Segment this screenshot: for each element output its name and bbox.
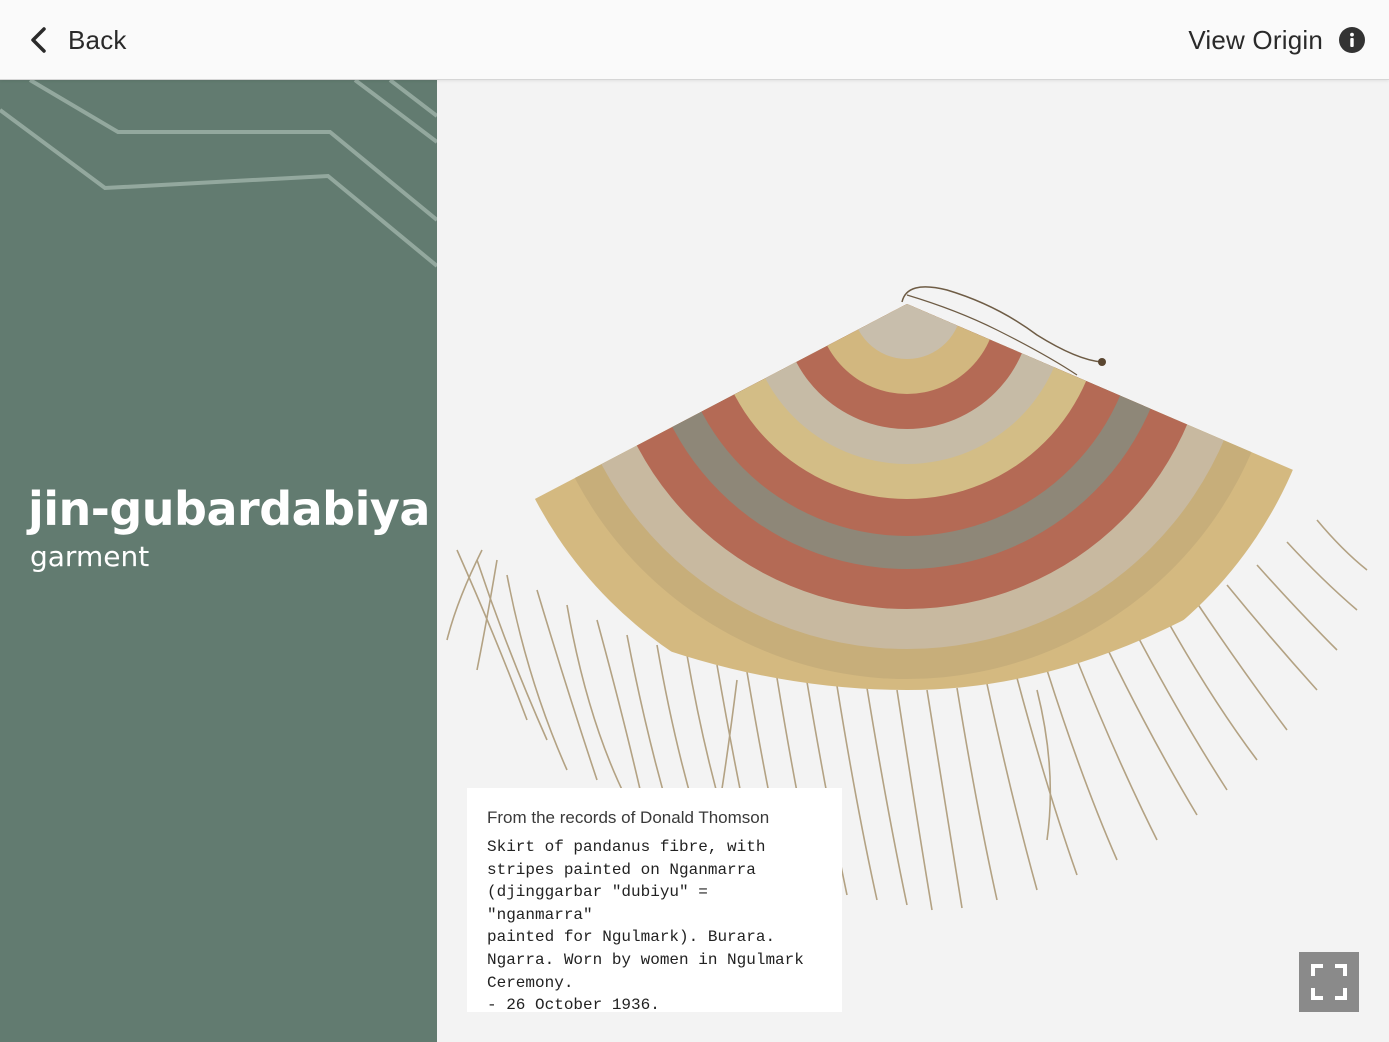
decorative-lines [0,80,437,268]
view-origin-label: View Origin [1188,24,1323,55]
info-circle-icon [1339,27,1365,53]
fullscreen-expand-icon [1311,964,1347,1000]
chevron-left-icon [31,27,46,53]
top-bar: Back View Origin [0,0,1389,80]
caption-body: Skirt of pandanus fibre, with stripes pa… [487,838,804,1015]
back-button[interactable]: Back [24,18,127,62]
object-subtitle: garment [30,540,150,573]
fullscreen-button[interactable] [1299,952,1359,1012]
caption-source: From the records of Donald Thomson [487,808,770,827]
object-title: jin-gubardabiya [28,482,430,536]
view-origin-button[interactable]: View Origin [1188,18,1365,62]
caption-card: From the records of Donald Thomson Skirt… [467,788,842,1014]
woven-stripes [487,304,1327,690]
back-label: Back [68,24,127,55]
object-info-panel: jin-gubardabiya garment [0,80,437,1042]
image-viewer[interactable]: From the records of Donald Thomson Skirt… [437,80,1389,1042]
